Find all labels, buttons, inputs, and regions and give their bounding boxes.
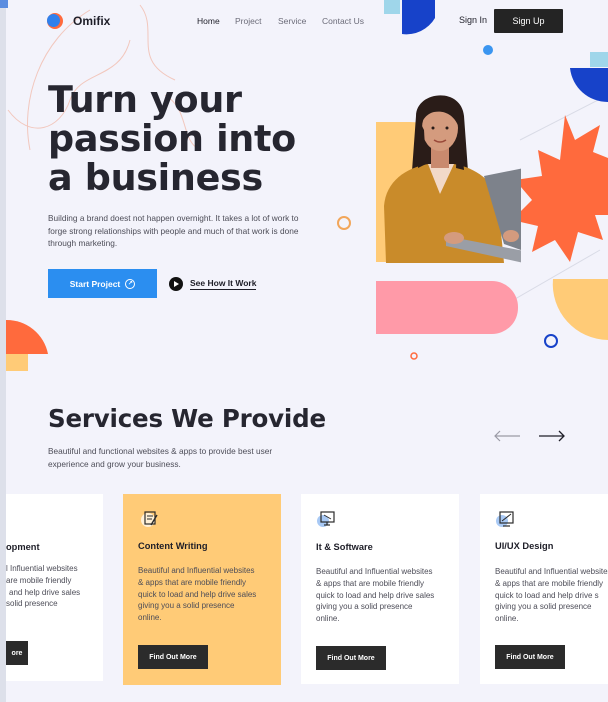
- find-out-more-button[interactable]: ore: [6, 641, 28, 665]
- see-how-it-work-link[interactable]: See How It Work: [169, 277, 257, 291]
- arrow-right-icon[interactable]: [538, 429, 566, 443]
- nav-service[interactable]: Service: [278, 16, 306, 26]
- card-description: Beautiful and Influential websites & app…: [495, 566, 608, 625]
- card-description: l Influential websites are mobile friend…: [6, 563, 103, 610]
- arrow-left-icon[interactable]: [493, 429, 521, 443]
- card-desc-line: giving you a solid presence: [495, 602, 592, 612]
- hero-title-line: a business: [48, 156, 263, 199]
- design-tablet-icon: [496, 511, 514, 527]
- find-out-more-button[interactable]: Find Out More: [316, 646, 386, 670]
- card-desc-line: and help drive sales: [9, 587, 81, 597]
- brand-name: Omifix: [73, 14, 111, 28]
- start-project-button[interactable]: Start Project ↗: [48, 269, 157, 298]
- services-subtitle: Beautiful and functional websites & apps…: [48, 446, 273, 469]
- nav-project[interactable]: Project: [235, 16, 261, 26]
- card-desc-line: Beautiful and Influential websites: [138, 566, 255, 575]
- card-desc-line: & apps that are mobile friendly: [138, 577, 247, 587]
- arrow-circle-icon: ↗: [125, 278, 136, 289]
- card-desc-line: quick to load and help drive sales: [316, 590, 435, 600]
- hero-photo-woman-with-laptop: [376, 86, 521, 263]
- card-description: Beautiful and Influential websites & app…: [138, 565, 278, 624]
- service-card-it-software[interactable]: It & Software Beautiful and Influential …: [301, 494, 459, 684]
- sign-in-link[interactable]: Sign In: [459, 15, 487, 25]
- sign-up-button[interactable]: Sign Up: [494, 9, 563, 33]
- start-project-label: Start Project: [69, 278, 121, 289]
- card-desc-line: giving you a solid presence: [138, 601, 235, 611]
- hero-title-line: passion into: [48, 117, 296, 160]
- service-card-ui-ux-design[interactable]: UI/UX Design Beautiful and Influential w…: [480, 494, 608, 684]
- monitor-icon: [317, 511, 335, 527]
- find-out-more-button[interactable]: Find Out More: [138, 645, 208, 669]
- card-desc-line: quick to load and help drive s: [495, 590, 599, 600]
- logo-mark-icon: [47, 12, 67, 30]
- hero-subtitle: Building a brand doest not happen overni…: [48, 213, 299, 248]
- card-desc-line: online.: [316, 614, 340, 624]
- nav-home[interactable]: Home: [197, 16, 220, 26]
- find-out-more-button[interactable]: Find Out More: [495, 645, 565, 669]
- nav-contact-us[interactable]: Contact Us: [322, 16, 364, 26]
- pencil-note-icon: [141, 511, 158, 527]
- service-card-content-writing[interactable]: Content Writing Beautiful and Influentia…: [123, 494, 281, 685]
- brand-logo[interactable]: Omifix: [47, 12, 110, 30]
- card-desc-line: online.: [495, 614, 519, 624]
- play-icon: [169, 277, 183, 291]
- service-card-development[interactable]: opment l Influential websites are mobile…: [6, 494, 103, 681]
- decor-pink-block: [376, 281, 518, 334]
- card-title: Content Writing: [138, 541, 208, 551]
- card-desc-line: l Influential websites: [6, 564, 78, 573]
- card-desc-line: Beautiful and Influential websites: [316, 567, 433, 576]
- card-title: It & Software: [316, 542, 373, 552]
- card-title: UI/UX Design: [495, 541, 554, 551]
- see-how-label: See How It Work: [190, 278, 257, 290]
- services-title: Services We Provide: [48, 404, 326, 433]
- hero-title: Turn your passion into a business: [48, 80, 348, 197]
- card-desc-line: online.: [138, 613, 162, 623]
- card-desc-line: giving you a solid presence: [316, 602, 413, 612]
- card-desc-line: are mobile friendly: [6, 575, 72, 585]
- hero-title-line: Turn your: [48, 78, 242, 121]
- card-desc-line: Beautiful and Influential websites: [495, 567, 608, 576]
- card-title: opment: [6, 542, 40, 552]
- card-desc-line: solid presence: [6, 599, 58, 609]
- card-desc-line: quick to load and help drive sales: [138, 589, 257, 599]
- card-desc-line: & apps that are mobile friendly: [495, 578, 604, 588]
- card-desc-line: & apps that are mobile friendly: [316, 578, 425, 588]
- card-description: Beautiful and Influential websites & app…: [316, 566, 456, 625]
